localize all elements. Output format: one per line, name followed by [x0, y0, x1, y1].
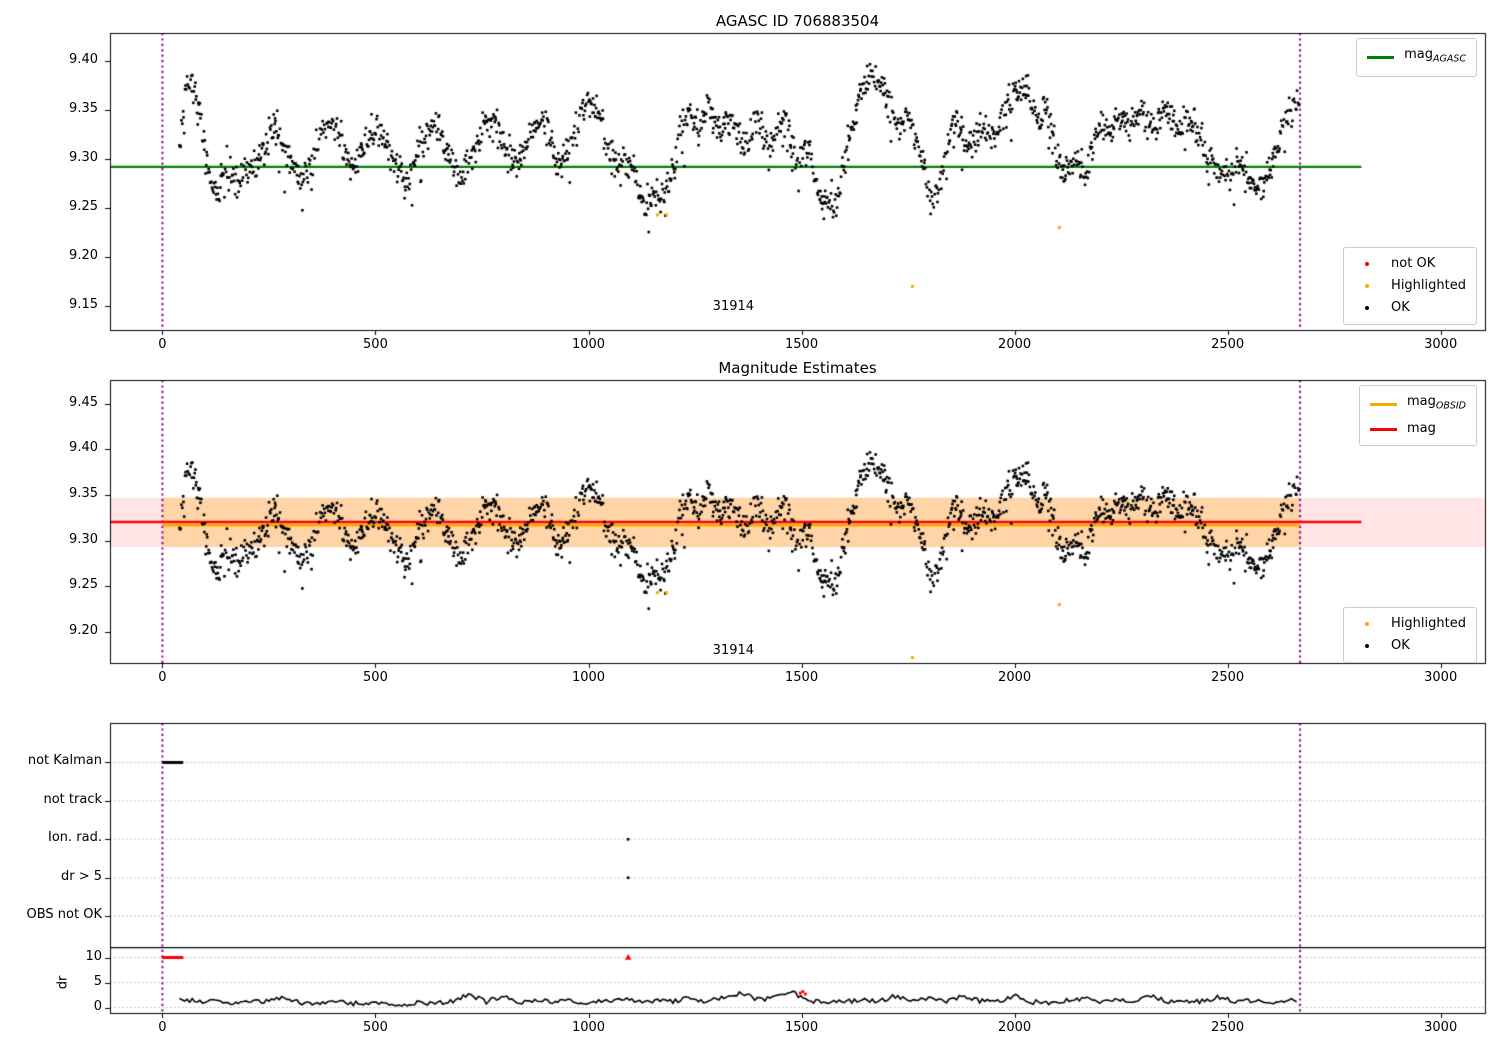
y-tick-label: 9.45: [69, 394, 98, 410]
legend-item: magAGASC: [1367, 44, 1466, 71]
x-tick-label: 2000: [998, 670, 1032, 685]
flag-tick-label: Ion. rad.: [48, 830, 102, 846]
legend-label: magOBSID: [1406, 394, 1466, 412]
obsid-label: 31914: [712, 298, 755, 314]
legend-dot-swatch: [1354, 639, 1381, 653]
legend-markers-mid: Highlighted OK: [1343, 607, 1477, 663]
x-tick-label: 500: [363, 670, 388, 685]
legend-label: Highlighted: [1391, 278, 1466, 293]
legend-item: Highlighted: [1354, 613, 1466, 635]
x-tick-label: 1500: [785, 337, 819, 352]
x-tick-label: 0: [158, 337, 167, 352]
legend-label: Highlighted: [1391, 616, 1466, 631]
figure: AGASC ID 706883504 Magnitude Estimates 0…: [0, 0, 1500, 1050]
legend-item: OK: [1354, 635, 1466, 657]
obsid-label: 31914: [712, 643, 755, 659]
y-tick-label: 9.40: [69, 440, 98, 456]
legend-line-swatch: [1367, 50, 1395, 64]
flag-tick-label: not Kalman: [27, 753, 102, 769]
y-tick-label: 9.30: [69, 150, 98, 165]
legend-markers-top: not OK Highlighted OK: [1343, 247, 1477, 325]
legend-dot-swatch: [1354, 279, 1381, 293]
legend-label: OK: [1391, 300, 1410, 315]
plot2-title: Magnitude Estimates: [718, 359, 877, 377]
legend-label: not OK: [1391, 256, 1436, 271]
x-tick-label: 2500: [1211, 670, 1245, 685]
x-tick-label: 2500: [1211, 1020, 1245, 1035]
flag-tick-label: not track: [43, 791, 102, 807]
legend-dot-swatch: [1354, 617, 1381, 631]
legend-mag-agasc: magAGASC: [1356, 38, 1477, 77]
x-tick-label: 0: [158, 1020, 167, 1035]
x-tick-label: 3000: [1424, 670, 1458, 685]
legend-mag-lines: magOBSID mag: [1358, 385, 1477, 446]
x-tick-label: 500: [363, 337, 388, 352]
x-tick-label: 2000: [998, 337, 1032, 352]
y-tick-label: 9.25: [69, 577, 98, 593]
chart-canvas: [0, 0, 1500, 1050]
dr-tick-label: 0: [93, 998, 102, 1014]
legend-label: mag: [1406, 420, 1436, 436]
legend-item: OK: [1354, 297, 1466, 319]
x-tick-label: 1000: [571, 1020, 606, 1035]
x-tick-label: 3000: [1424, 1020, 1458, 1035]
y-tick-label: 9.35: [69, 101, 98, 117]
x-tick-label: 1500: [785, 1020, 819, 1035]
legend-item: mag: [1369, 418, 1466, 440]
x-tick-label: 2000: [998, 1020, 1032, 1035]
x-tick-label: 1000: [571, 337, 606, 352]
y-tick-label: 9.20: [69, 247, 98, 263]
legend-item: not OK: [1354, 253, 1466, 275]
y-tick-label: 9.20: [69, 622, 98, 638]
legend-line-swatch: [1369, 422, 1397, 436]
y-tick-label: 9.30: [69, 531, 98, 547]
flag-tick-label: dr > 5: [60, 868, 102, 884]
legend-dot-swatch: [1354, 301, 1381, 315]
y-tick-label: 9.35: [69, 486, 98, 502]
dr-tick-label: 10: [85, 948, 102, 964]
flag-tick-label: OBS not OK: [26, 907, 103, 923]
legend-line-swatch: [1369, 397, 1397, 411]
x-tick-label: 1500: [785, 670, 819, 685]
legend-label: OK: [1391, 638, 1410, 653]
legend-item: Highlighted: [1354, 275, 1466, 297]
legend-label: magAGASC: [1404, 47, 1466, 65]
x-tick-label: 1000: [571, 670, 606, 685]
x-tick-label: 0: [158, 670, 167, 685]
y-tick-label: 9.15: [69, 296, 98, 312]
x-tick-label: 500: [363, 1020, 388, 1035]
legend-dot-swatch: [1354, 257, 1381, 271]
dr-axis-label: dr: [55, 975, 71, 989]
legend-item: magOBSID: [1369, 391, 1466, 418]
plot1-title: AGASC ID 706883504: [715, 12, 880, 30]
y-tick-label: 9.40: [69, 52, 98, 68]
x-tick-label: 3000: [1424, 337, 1458, 352]
y-tick-label: 9.25: [69, 199, 98, 214]
x-tick-label: 2500: [1211, 337, 1245, 352]
